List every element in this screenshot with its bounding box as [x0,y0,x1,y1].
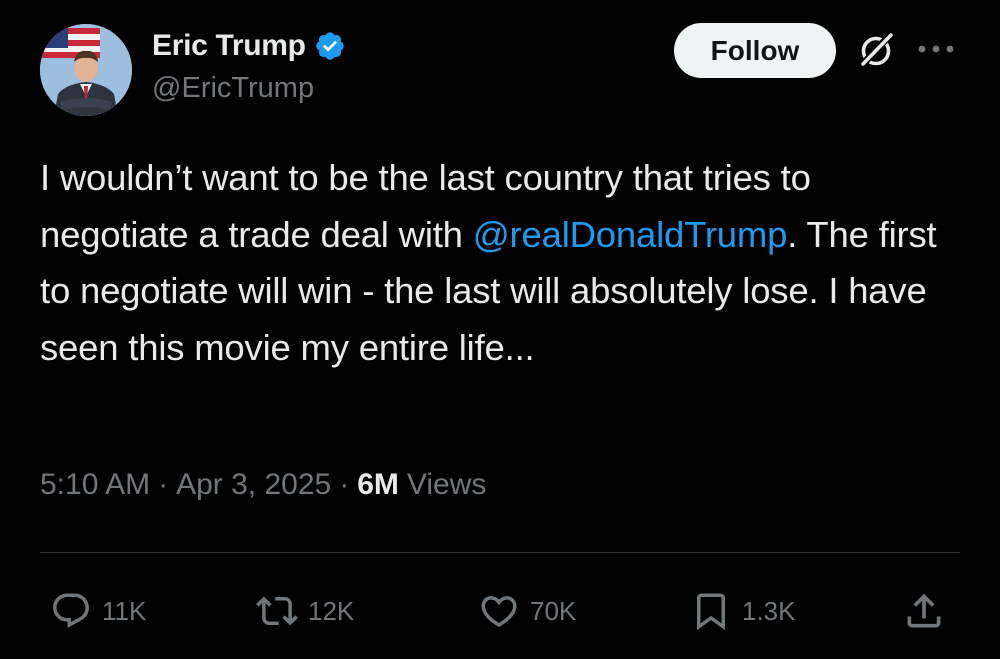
reply-icon [53,593,89,628]
verified-badge-icon[interactable] [314,30,346,62]
follow-button[interactable]: Follow [674,23,836,78]
name-row: Eric Trump [152,26,346,66]
more-dots-icon[interactable] [914,42,958,56]
bookmark-button[interactable]: 1.3K [690,588,796,634]
tweet-date[interactable]: Apr 3, 2025 [176,468,331,502]
like-count: 70K [530,595,577,626]
tweet-meta: 5:10 AM · Apr 3, 2025 · 6M Views [40,468,486,502]
meta-separator: · [339,468,350,501]
repost-button[interactable]: 12K [256,588,354,634]
share-icon [907,593,941,628]
author-info: Eric Trump @EricTrump [152,26,346,105]
share-button[interactable] [902,589,946,633]
grok-icon[interactable] [856,30,896,70]
divider [40,552,960,553]
handle[interactable]: @EricTrump [152,72,346,105]
like-button[interactable]: 70K [478,588,576,634]
tweet-time[interactable]: 5:10 AM [40,468,150,502]
reply-count: 11K [102,595,147,626]
display-name[interactable]: Eric Trump [152,29,306,63]
bookmark-icon [697,593,725,631]
views-count: 6M [357,468,399,501]
mention-link[interactable]: @realDonaldTrump [473,214,788,255]
heart-icon [481,596,517,628]
repost-count: 12K [308,595,355,626]
tweet-text: I wouldn’t want to be the last country t… [40,150,960,376]
bookmark-count: 1.3K [742,595,796,626]
views-label: Views [406,468,487,501]
avatar[interactable] [40,24,132,116]
reply-button[interactable]: 11K [50,588,146,634]
tweet-card: Eric Trump @EricTrump Follow I wouldn’t [0,0,1000,659]
meta-separator: · [158,468,169,501]
avatar-image [40,24,132,116]
repost-icon [256,596,298,626]
